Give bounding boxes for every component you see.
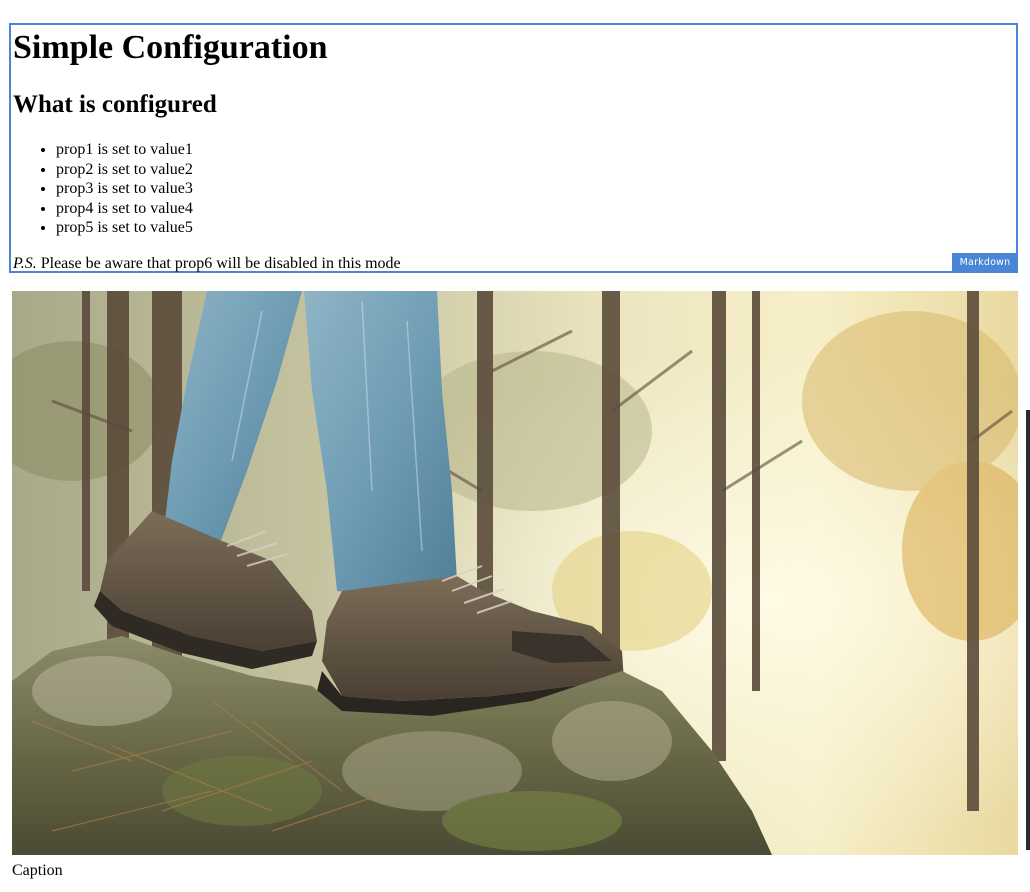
list-item: prop4 is set to value4 [56, 199, 193, 219]
ps-text: Please be aware that prop6 will be disab… [36, 255, 401, 272]
cell-type-badge[interactable]: Markdown [952, 253, 1018, 273]
notebook-page: Simple Configuration What is configured … [0, 0, 1030, 892]
config-list: prop1 is set to value1 prop2 is set to v… [13, 140, 193, 238]
markdown-cell[interactable]: Simple Configuration What is configured … [9, 23, 1018, 273]
cell-subtitle: What is configured [13, 91, 217, 118]
list-item: prop5 is set to value5 [56, 218, 193, 238]
list-item: prop2 is set to value2 [56, 160, 193, 180]
hiking-boots-photo [12, 291, 1018, 855]
scrollbar[interactable] [1026, 410, 1030, 850]
ps-note: P.S. Please be aware that prop6 will be … [13, 254, 401, 273]
cell-title: Simple Configuration [13, 29, 328, 66]
ps-prefix: P.S. [13, 255, 37, 272]
list-item: prop3 is set to value3 [56, 179, 193, 199]
image-caption: Caption [12, 862, 63, 879]
list-item: prop1 is set to value1 [56, 140, 193, 160]
